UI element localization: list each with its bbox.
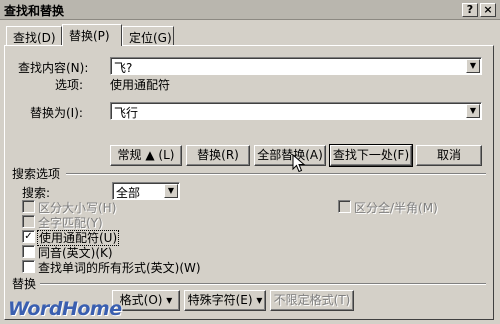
- window-title: 查找和替换: [4, 4, 65, 18]
- whole-word-checkbox[interactable]: [22, 215, 35, 228]
- replace-section-divider: [40, 283, 486, 285]
- search-options-divider: [66, 173, 486, 175]
- search-options-title: 搜索选项: [12, 167, 61, 181]
- search-direction-value: 全部: [116, 186, 141, 200]
- title-bar[interactable]: 查找和替换 ? ×: [0, 0, 500, 20]
- word-forms-checkbox[interactable]: [22, 260, 35, 273]
- find-next-button[interactable]: 查找下一处(F): [329, 144, 413, 167]
- sounds-like-checkbox[interactable]: [22, 245, 35, 258]
- find-label: 查找内容(N):: [18, 61, 89, 75]
- search-direction-select[interactable]: 全部 ▼: [112, 182, 180, 200]
- special-button[interactable]: 特殊字符(E) ▾: [184, 290, 266, 311]
- tab-replace[interactable]: 替换(P): [62, 24, 122, 46]
- replace-button[interactable]: 替换(R): [186, 145, 250, 166]
- close-button[interactable]: ×: [480, 3, 496, 17]
- replace-all-button[interactable]: 全部替换(A): [254, 145, 326, 166]
- options-label: 选项:: [55, 78, 84, 92]
- find-value: 飞?: [114, 61, 133, 75]
- fullwidth-label: 区分全/半角(M): [354, 201, 438, 215]
- no-formatting-label: 不限定格式(T): [273, 293, 351, 307]
- help-button[interactable]: ?: [462, 3, 478, 17]
- replace-input[interactable]: 飞行 ▼: [110, 102, 482, 120]
- cancel-button[interactable]: 取消: [416, 145, 482, 166]
- word-forms-label: 查找单词的所有形式(英文)(W): [38, 261, 201, 275]
- options-value: 使用通配符: [110, 78, 171, 92]
- find-dropdown-icon[interactable]: ▼: [466, 59, 480, 73]
- wildcards-checkbox[interactable]: ✓: [22, 230, 35, 243]
- search-direction-dropdown-icon[interactable]: ▼: [164, 184, 178, 198]
- normal-toggle-button[interactable]: 常规 ▲ (L): [110, 145, 182, 166]
- format-button[interactable]: 格式(O) ▾: [112, 290, 180, 311]
- replace-dropdown-icon[interactable]: ▼: [466, 104, 480, 118]
- replace-label: 替换为(I):: [30, 106, 83, 120]
- replace-section-title: 替换: [12, 277, 37, 291]
- mouse-cursor-icon: [292, 154, 306, 173]
- no-formatting-button[interactable]: 不限定格式(T): [270, 290, 354, 311]
- match-case-checkbox[interactable]: [22, 200, 35, 213]
- tab-find[interactable]: 查找(D): [6, 26, 62, 46]
- fullwidth-checkbox[interactable]: [338, 200, 351, 213]
- wordhome-watermark: WordHome: [8, 298, 122, 320]
- replace-value: 飞行: [114, 106, 139, 120]
- find-input[interactable]: 飞? ▼: [110, 57, 482, 75]
- tab-goto[interactable]: 定位(G): [122, 26, 174, 46]
